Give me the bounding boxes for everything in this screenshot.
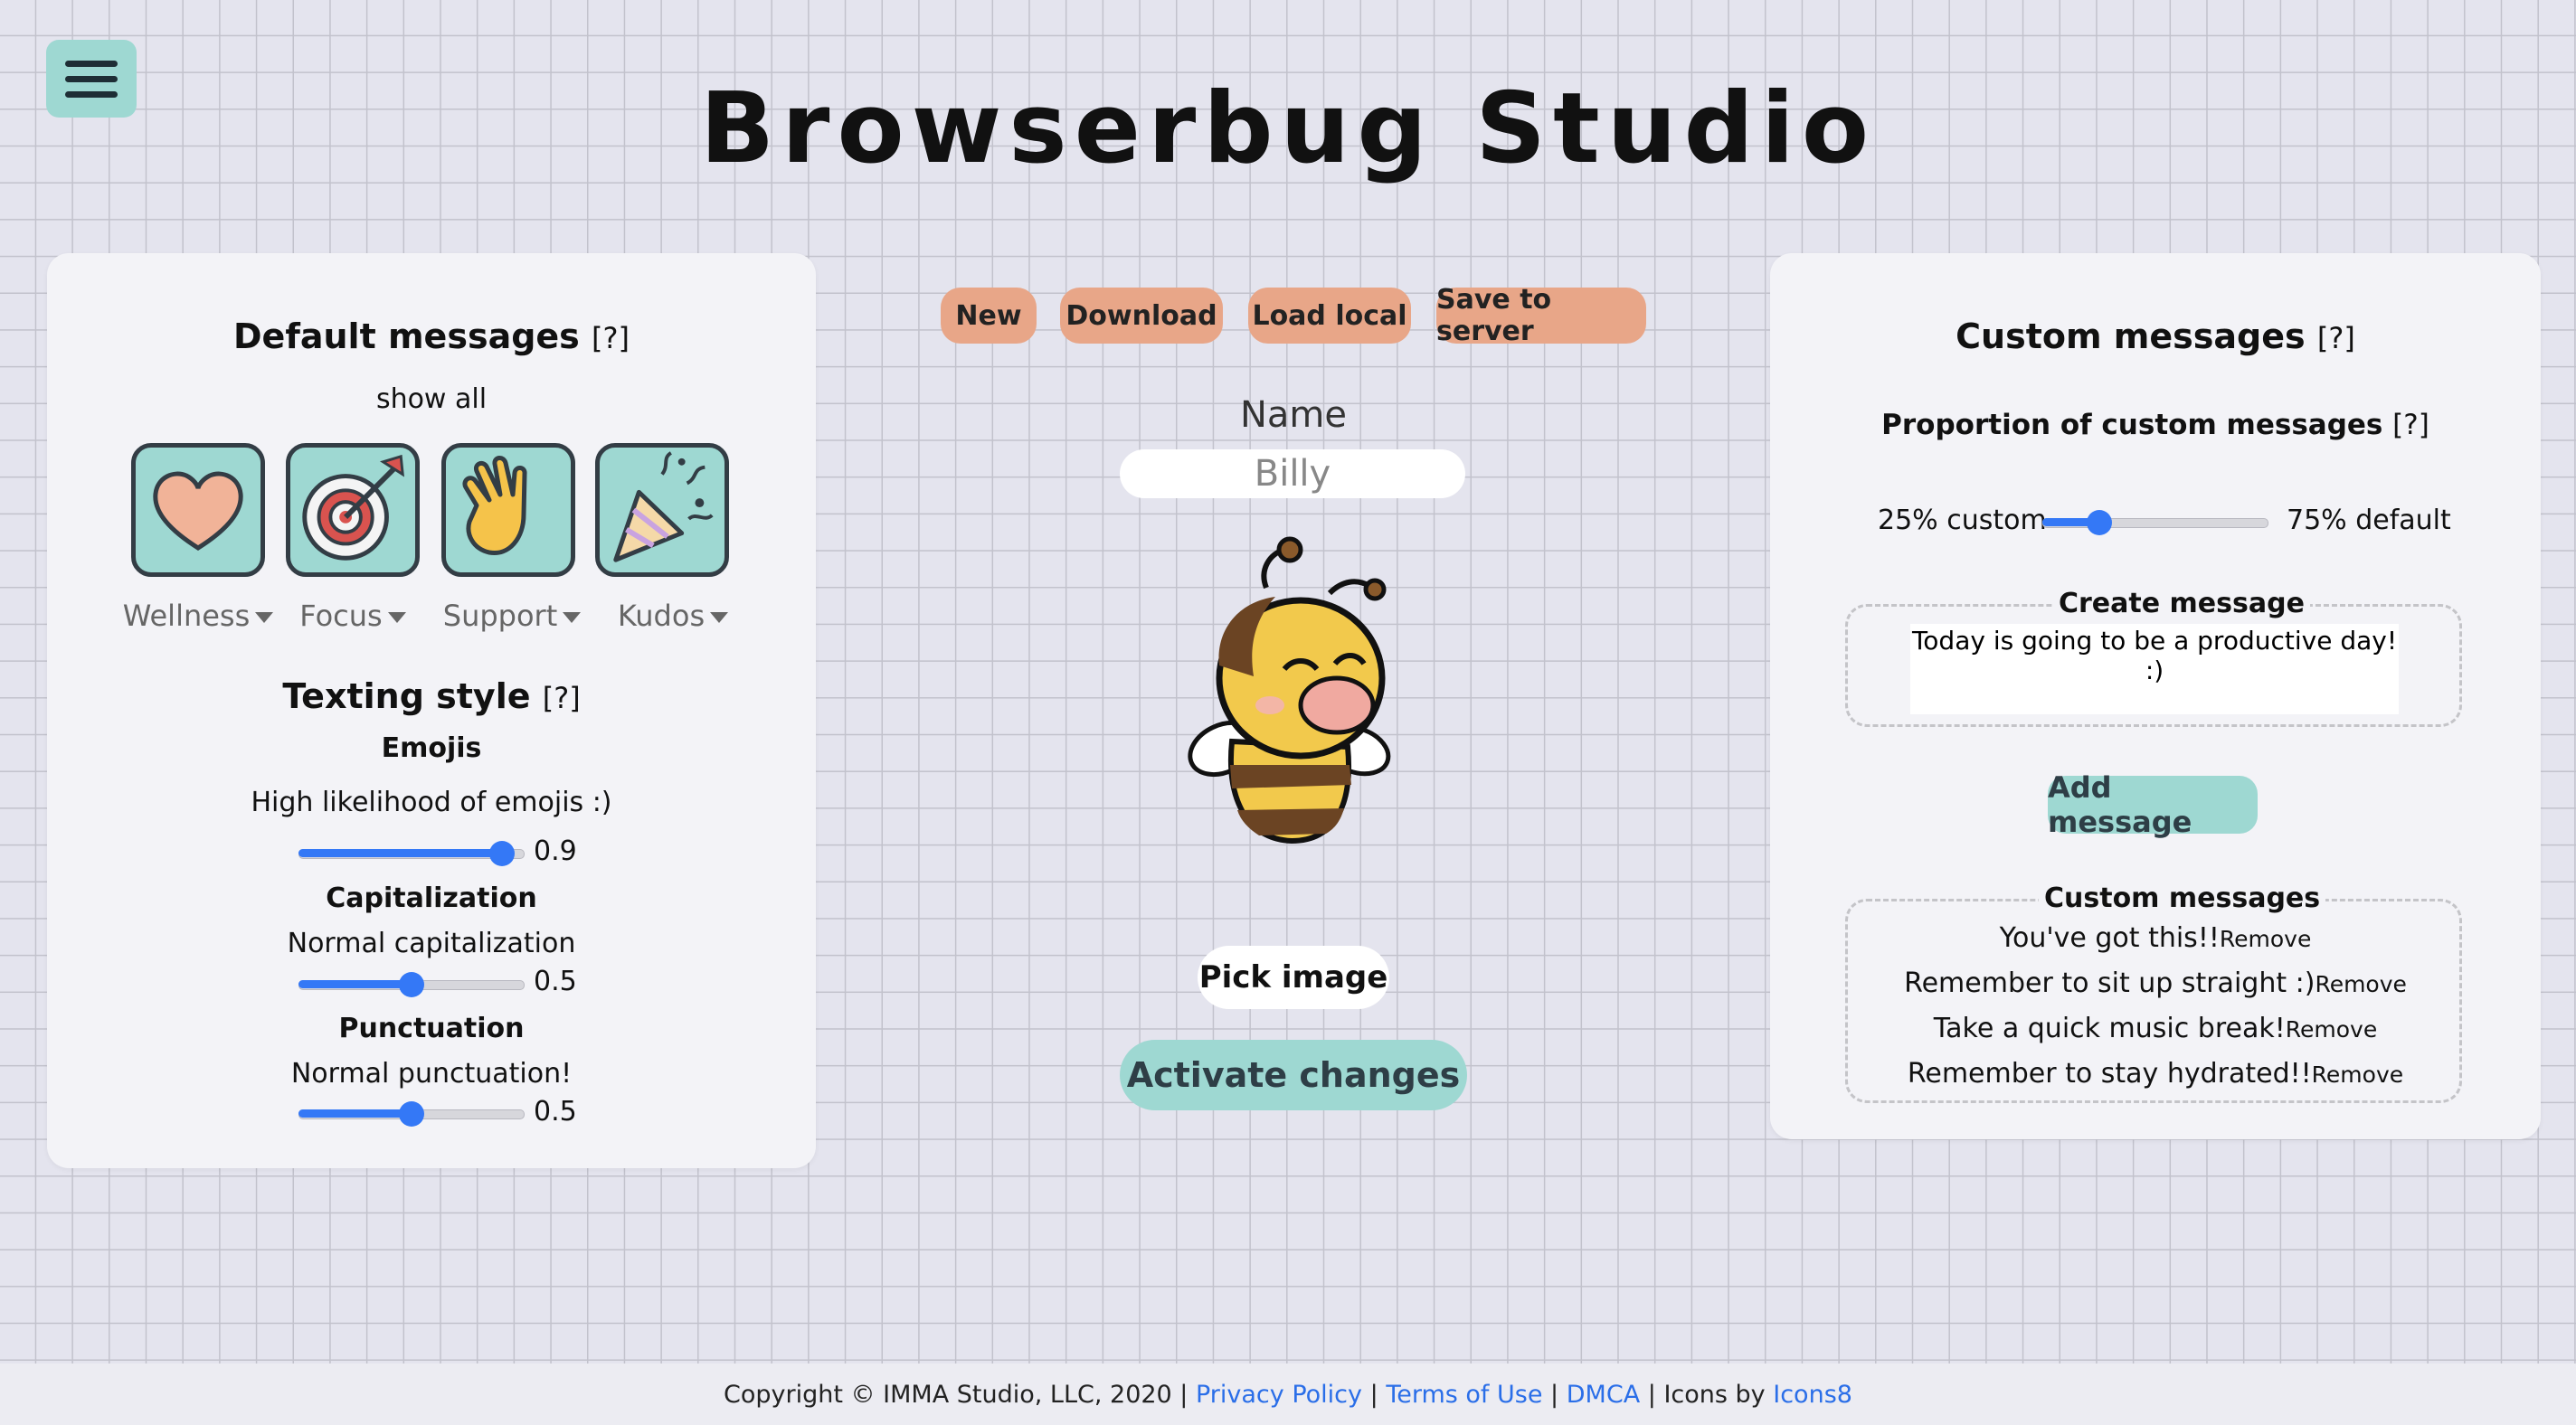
- custom-messages-title: Custom messages: [1956, 316, 2306, 356]
- save-to-server-button[interactable]: Save to server: [1436, 284, 1646, 347]
- slider-thumb[interactable]: [399, 1101, 424, 1127]
- caret-down-icon: [710, 612, 729, 623]
- copyright-text: Copyright © IMMA Studio, LLC, 2020 |: [724, 1380, 1189, 1409]
- remove-message-button[interactable]: Remove: [2220, 926, 2311, 952]
- punctuation-slider[interactable]: [298, 1101, 525, 1127]
- clapping-hands-icon: [462, 456, 527, 555]
- menu-icon-bar: [65, 60, 118, 67]
- proportion-heading: Proportion of custom messages [?]: [1770, 409, 2541, 441]
- punctuation-description: Normal punctuation!: [290, 1058, 573, 1090]
- create-message-input[interactable]: Today is going to be a productive day! :…: [1910, 624, 2399, 714]
- pick-image-button[interactable]: Pick image: [1198, 946, 1389, 1009]
- capitalization-slider[interactable]: [298, 972, 525, 997]
- icons8-link[interactable]: Icons8: [1773, 1381, 1852, 1409]
- list-item: Remember to sit up straight :)Remove: [1770, 967, 2541, 999]
- party-popper-icon: [613, 451, 714, 562]
- focus-tile[interactable]: [286, 443, 420, 577]
- terms-of-use-link[interactable]: Terms of Use: [1386, 1381, 1542, 1409]
- remove-message-button[interactable]: Remove: [2286, 1016, 2377, 1043]
- list-item: Remember to stay hydrated!!Remove: [1770, 1058, 2541, 1090]
- custom-percent-label: 25% custom: [1878, 505, 2047, 536]
- bug-avatar: [1176, 533, 1411, 850]
- slider-fill: [298, 849, 502, 857]
- icons-by-text: | Icons by: [1647, 1380, 1766, 1409]
- punctuation-title: Punctuation: [338, 1013, 525, 1044]
- separator: |: [1550, 1380, 1559, 1409]
- heart-icon: [153, 471, 243, 551]
- category-dropdown-wellness[interactable]: Wellness: [117, 599, 279, 633]
- list-item: You've got this!!Remove: [1770, 922, 2541, 954]
- target-icon: [302, 454, 404, 561]
- new-button[interactable]: New: [941, 288, 1037, 344]
- default-messages-heading: Default messages [?]: [47, 316, 816, 356]
- category-dropdown-focus[interactable]: Focus: [271, 599, 434, 633]
- capitalization-value: 0.5: [534, 966, 577, 997]
- proportion-slider[interactable]: [2042, 510, 2268, 535]
- privacy-policy-link[interactable]: Privacy Policy: [1196, 1381, 1362, 1409]
- category-label: Wellness: [122, 599, 251, 633]
- caret-down-icon: [387, 612, 406, 623]
- load-local-button[interactable]: Load local: [1248, 288, 1411, 344]
- remove-message-button[interactable]: Remove: [2312, 1062, 2403, 1088]
- category-label: Focus: [299, 599, 383, 633]
- emojis-slider[interactable]: [298, 841, 525, 866]
- help-link[interactable]: [?]: [2317, 321, 2355, 355]
- texting-style-heading: Texting style [?]: [47, 676, 816, 716]
- wellness-tile[interactable]: [131, 443, 265, 577]
- separator: |: [1369, 1380, 1378, 1409]
- help-link[interactable]: [?]: [592, 321, 630, 355]
- texting-style-title: Texting style: [282, 676, 531, 716]
- category-dropdown-kudos[interactable]: Kudos: [592, 599, 754, 633]
- default-messages-title: Default messages: [233, 316, 580, 356]
- help-link[interactable]: [?]: [543, 681, 581, 715]
- bee-character-image: [1188, 536, 1391, 845]
- activate-changes-button[interactable]: Activate changes: [1120, 1040, 1467, 1110]
- dmca-link[interactable]: DMCA: [1567, 1381, 1640, 1409]
- add-message-button[interactable]: Add message: [2048, 770, 2258, 839]
- capitalization-title: Capitalization: [326, 882, 537, 914]
- help-link[interactable]: [?]: [2392, 409, 2429, 441]
- list-item: Take a quick music break!Remove: [1770, 1013, 2541, 1044]
- slider-thumb[interactable]: [489, 841, 515, 866]
- name-input[interactable]: [1120, 449, 1465, 498]
- category-dropdown-support[interactable]: Support: [431, 599, 593, 633]
- emojis-title: Emojis: [381, 732, 482, 764]
- slider-fill: [298, 1109, 412, 1118]
- default-percent-label: 75% default: [2287, 505, 2451, 536]
- custom-message-text: Take a quick music break!: [1933, 1013, 2286, 1044]
- download-button[interactable]: Download: [1060, 288, 1223, 344]
- kudos-tile[interactable]: [595, 443, 729, 577]
- emojis-description: High likelihood of emojis :): [251, 787, 612, 818]
- slider-fill: [298, 980, 412, 988]
- custom-messages-heading: Custom messages [?]: [1770, 316, 2541, 356]
- custom-message-text: You've got this!!: [1999, 922, 2220, 954]
- category-label: Support: [442, 599, 558, 633]
- emojis-value: 0.9: [534, 835, 577, 867]
- footer: Copyright © IMMA Studio, LLC, 2020 | Pri…: [0, 1364, 2576, 1425]
- support-tile[interactable]: [441, 443, 575, 577]
- create-message-legend: Create message: [2053, 588, 2310, 619]
- custom-messages-legend: Custom messages: [2039, 882, 2326, 914]
- category-label: Kudos: [617, 599, 706, 633]
- custom-message-text: Remember to stay hydrated!!: [1907, 1058, 2312, 1090]
- capitalization-description: Normal capitalization: [287, 928, 576, 959]
- slider-thumb[interactable]: [399, 972, 424, 997]
- slider-thumb[interactable]: [2086, 510, 2112, 535]
- caret-down-icon: [563, 612, 582, 623]
- proportion-title: Proportion of custom messages: [1881, 409, 2383, 441]
- punctuation-value: 0.5: [534, 1096, 577, 1128]
- name-label: Name: [1239, 394, 1347, 436]
- page-title: Browserbug Studio: [699, 72, 1877, 185]
- custom-message-text: Remember to sit up straight :): [1904, 967, 2316, 999]
- show-all-link[interactable]: show all: [47, 383, 816, 415]
- remove-message-button[interactable]: Remove: [2315, 971, 2406, 997]
